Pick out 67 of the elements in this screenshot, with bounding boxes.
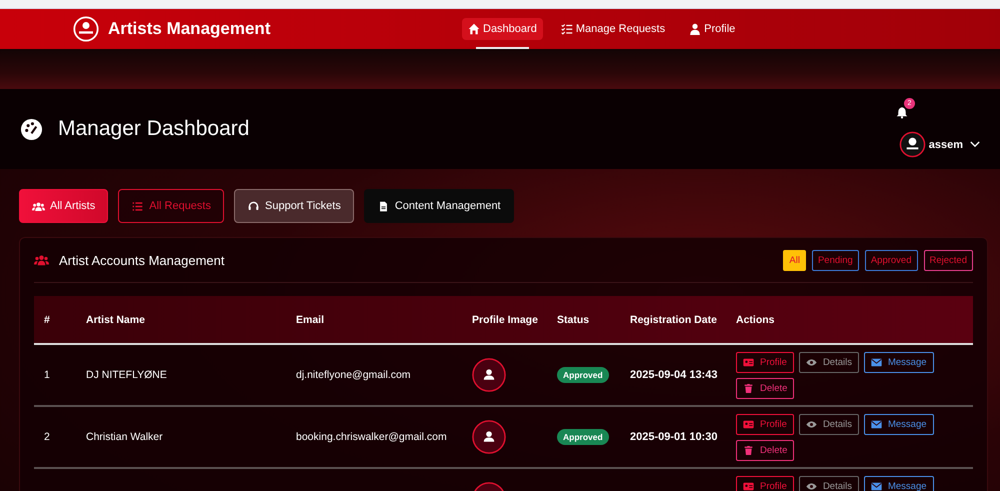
page-title: Manager Dashboard — [58, 117, 250, 141]
status-badge: Approved — [557, 367, 609, 383]
nav-link[interactable]: Manage Requests — [554, 18, 672, 40]
filter-button[interactable]: Approved — [864, 250, 918, 270]
card-title: Artist Accounts Management — [59, 252, 224, 268]
status-badge: Approved — [557, 429, 609, 445]
envelope-icon — [870, 420, 882, 429]
envelope-icon — [870, 358, 882, 367]
column-header: # — [34, 296, 76, 344]
tab[interactable]: All Artists — [19, 189, 108, 223]
filter-button[interactable]: Rejected — [924, 250, 973, 270]
tab[interactable]: Content Management — [364, 189, 514, 223]
message-button[interactable]: Message — [864, 414, 934, 435]
user-icon — [689, 23, 702, 35]
trash-icon — [743, 384, 754, 393]
eye-icon — [806, 482, 817, 491]
column-header: Profile Image — [462, 296, 547, 344]
profile-button[interactable]: Profile — [736, 476, 794, 491]
avatar-icon — [472, 358, 506, 392]
logo-icon — [72, 15, 100, 43]
message-button[interactable]: Message — [864, 352, 934, 373]
table-cell: 2025-09-01 10:30 — [630, 431, 718, 443]
tab[interactable]: All Requests — [118, 189, 224, 223]
avatar-icon[interactable] — [898, 131, 926, 158]
column-header: Actions — [726, 296, 973, 344]
eye-icon — [806, 358, 817, 367]
table-cell: booking.chriswalker@gmail.com — [296, 431, 447, 443]
table-cell: 2 — [44, 431, 50, 443]
delete-button[interactable]: Delete — [736, 378, 794, 399]
gauge-icon — [20, 118, 43, 140]
column-header: Registration Date — [620, 296, 726, 344]
checklist-icon — [560, 23, 573, 35]
chevron-down-icon[interactable] — [970, 141, 980, 148]
details-button[interactable]: Details — [798, 414, 859, 435]
message-button[interactable]: Message — [864, 476, 934, 491]
avatar-icon — [472, 420, 506, 454]
filter-button[interactable]: All — [783, 250, 806, 270]
brand-title: Artists Management — [108, 19, 270, 39]
table-cell: dj.niteflyone@gmail.com — [296, 369, 411, 381]
bell-icon[interactable] — [896, 106, 908, 119]
id-card-icon — [743, 482, 754, 491]
table-cell: 2025-09-04 13:43 — [630, 369, 718, 381]
eye-icon — [806, 420, 817, 429]
envelope-icon — [870, 482, 882, 491]
table-cell: 1 — [44, 369, 50, 381]
filter-button[interactable]: Pending — [812, 250, 859, 270]
home-icon — [468, 23, 480, 35]
id-card-icon — [743, 358, 754, 367]
trash-icon — [743, 446, 754, 455]
details-button[interactable]: Details — [798, 476, 859, 491]
list-icon — [131, 200, 144, 212]
profile-button[interactable]: Profile — [736, 352, 794, 373]
details-button[interactable]: Details — [798, 352, 859, 373]
table-cell: DJ NITEFLYØNE — [86, 369, 167, 381]
delete-button[interactable]: Delete — [736, 440, 794, 461]
headset-icon — [247, 200, 260, 212]
column-header: Artist Name — [76, 296, 286, 344]
user-name[interactable]: assem — [928, 138, 963, 150]
nav-link[interactable]: Profile — [683, 18, 742, 40]
users-icon — [32, 200, 45, 212]
users-icon — [34, 254, 49, 266]
id-card-icon — [743, 420, 754, 429]
column-header: Status — [547, 296, 620, 344]
column-header: Email — [286, 296, 462, 344]
profile-button[interactable]: Profile — [736, 414, 794, 435]
table-cell: Christian Walker — [86, 431, 163, 443]
tab[interactable]: Support Tickets — [234, 189, 354, 223]
